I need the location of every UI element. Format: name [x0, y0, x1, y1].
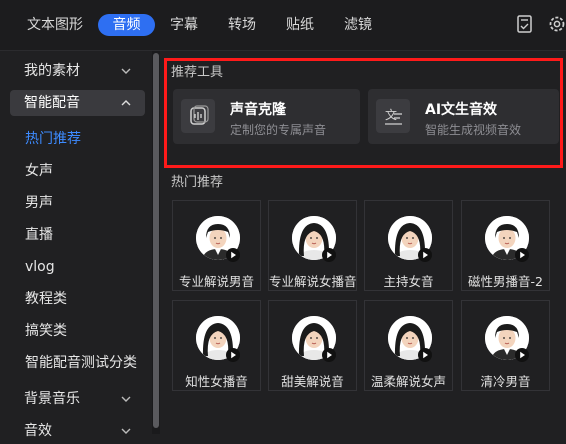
sidebar-group-sound-effects[interactable]: 音效	[10, 418, 145, 444]
sidebar-group-my-materials[interactable]: 我的素材	[10, 58, 145, 84]
voice-name: 温柔解说女声	[370, 374, 446, 389]
voice-card[interactable]: 知性女播音	[172, 300, 261, 391]
voice-card[interactable]: 温柔解说女声	[364, 300, 453, 391]
sidebar-item-dubbing-test[interactable]: 智能配音测试分类	[25, 352, 137, 374]
play-icon[interactable]	[322, 348, 336, 362]
voice-card[interactable]: 甜美解说音	[268, 300, 357, 391]
sidebar-group-label: 智能配音	[24, 95, 80, 111]
top-tab-bar: 文本图形 音频 字幕 转场 贴纸 滤镜	[0, 0, 566, 51]
voice-card[interactable]: 主持女音	[364, 200, 453, 291]
play-icon[interactable]	[515, 348, 529, 362]
hot-section-title: 热门推荐	[171, 175, 224, 190]
play-icon[interactable]	[226, 248, 240, 262]
sidebar-group-smart-dubbing[interactable]: 智能配音	[10, 90, 145, 116]
play-icon[interactable]	[322, 248, 336, 262]
sidebar-item-tutorial[interactable]: 教程类	[25, 288, 67, 310]
sidebar-group-label: 背景音乐	[24, 391, 80, 407]
play-icon[interactable]	[226, 348, 240, 362]
sidebar-item-live[interactable]: 直播	[25, 224, 53, 246]
tab-filters[interactable]: 滤镜	[337, 14, 379, 36]
play-icon[interactable]	[515, 248, 529, 262]
voice-name: 磁性男播音-2	[468, 274, 543, 289]
document-check-icon[interactable]	[515, 14, 535, 34]
tab-stickers[interactable]: 贴纸	[279, 14, 321, 36]
sidebar-item-vlog[interactable]: vlog	[25, 256, 55, 278]
sidebar-scrollbar[interactable]	[153, 53, 159, 428]
chevron-down-icon	[121, 428, 131, 434]
voice-card[interactable]: 磁性男播音-2	[461, 200, 550, 291]
voice-card[interactable]: 专业解说男音	[172, 200, 261, 291]
voice-name: 清冷男音	[480, 374, 531, 389]
voice-name: 专业解说男音	[178, 274, 254, 289]
voice-name: 专业解说女播音	[269, 274, 357, 289]
sidebar-group-label: 音效	[24, 423, 52, 439]
tab-text-graphics[interactable]: 文本图形	[18, 14, 92, 36]
sidebar-item-funny[interactable]: 搞笑类	[25, 320, 67, 342]
gear-icon[interactable]	[547, 14, 566, 34]
sidebar-item-female[interactable]: 女声	[25, 160, 53, 182]
voice-card[interactable]: 专业解说女播音	[268, 200, 357, 291]
play-icon[interactable]	[418, 348, 432, 362]
chevron-down-icon	[121, 68, 131, 74]
chevron-down-icon	[121, 396, 131, 402]
tab-audio[interactable]: 音频	[98, 14, 155, 36]
voice-name: 知性女播音	[185, 374, 248, 389]
highlight-box	[164, 58, 563, 168]
voice-card[interactable]: 清冷男音	[461, 300, 550, 391]
sidebar-group-label: 我的素材	[24, 63, 80, 79]
sidebar-item-male[interactable]: 男声	[25, 192, 53, 214]
chevron-up-icon	[121, 100, 131, 106]
tab-subtitles[interactable]: 字幕	[163, 14, 205, 36]
sidebar-item-hot[interactable]: 热门推荐	[25, 128, 81, 150]
voice-name: 甜美解说音	[281, 374, 344, 389]
voice-name: 主持女音	[383, 274, 434, 289]
play-icon[interactable]	[418, 248, 432, 262]
sidebar-group-bgm[interactable]: 背景音乐	[10, 386, 145, 412]
tab-transitions[interactable]: 转场	[221, 14, 263, 36]
